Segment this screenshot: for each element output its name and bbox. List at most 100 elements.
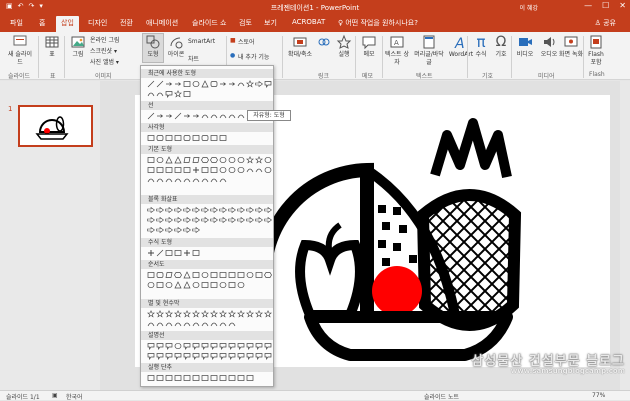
shape-curve-icon[interactable] xyxy=(165,320,173,328)
shape-rect-icon[interactable] xyxy=(228,271,236,279)
shape-star-icon[interactable] xyxy=(228,310,236,318)
tab-design[interactable]: 디자인 xyxy=(88,18,107,28)
tell-me-search[interactable]: ♀ 어떤 작업을 원하시나요? xyxy=(338,18,418,28)
shape-oval-icon[interactable] xyxy=(246,271,254,279)
shape-rect-icon[interactable] xyxy=(174,134,182,142)
shape-bArrow-icon[interactable] xyxy=(192,226,200,234)
shape-hex-icon[interactable] xyxy=(201,156,209,164)
shape-oval-icon[interactable] xyxy=(219,156,227,164)
shape-bArrow-icon[interactable] xyxy=(264,216,272,224)
shape-call-icon[interactable] xyxy=(147,342,155,350)
shape-arrow-icon[interactable] xyxy=(192,112,200,120)
shape-line-icon[interactable] xyxy=(147,112,155,120)
shape-para-icon[interactable] xyxy=(183,156,191,164)
shape-curve-icon[interactable] xyxy=(174,320,182,328)
shape-star-icon[interactable] xyxy=(246,80,254,88)
shape-curve-icon[interactable] xyxy=(147,90,155,98)
shape-arrow-icon[interactable] xyxy=(174,80,182,88)
shape-rect-icon[interactable] xyxy=(228,281,236,289)
shape-curve-icon[interactable] xyxy=(156,90,164,98)
shape-arrow-icon[interactable] xyxy=(219,80,227,88)
shape-rect-icon[interactable] xyxy=(210,166,218,174)
shape-rect-icon[interactable] xyxy=(201,374,209,382)
photo-album-button[interactable]: 사진 앨범 ▾ xyxy=(90,57,119,66)
shape-curve-icon[interactable] xyxy=(147,320,155,328)
shape-curve-icon[interactable] xyxy=(219,112,227,120)
tab-home[interactable]: 홈 xyxy=(39,18,45,28)
shape-curve-icon[interactable] xyxy=(237,80,245,88)
shape-call-icon[interactable] xyxy=(210,342,218,350)
shape-call-icon[interactable] xyxy=(237,342,245,350)
shape-call-icon[interactable] xyxy=(210,352,218,360)
shape-star-icon[interactable] xyxy=(219,310,227,318)
shape-star-icon[interactable] xyxy=(237,310,245,318)
shape-rect-icon[interactable] xyxy=(165,374,173,382)
shape-oval-icon[interactable] xyxy=(237,281,245,289)
shape-bArrow-icon[interactable] xyxy=(183,216,191,224)
shape-oval-icon[interactable] xyxy=(219,281,227,289)
shape-rect-icon[interactable] xyxy=(174,374,182,382)
shape-rect-icon[interactable] xyxy=(219,271,227,279)
tab-animations[interactable]: 애니메이션 xyxy=(146,18,178,28)
shape-call-icon[interactable] xyxy=(255,352,263,360)
table-button[interactable]: 표 xyxy=(40,34,64,59)
shape-rect-icon[interactable] xyxy=(210,374,218,382)
image-button[interactable]: 그림 xyxy=(66,34,90,59)
shape-rect-icon[interactable] xyxy=(210,134,218,142)
shape-rect-icon[interactable] xyxy=(147,166,155,174)
shape-star-icon[interactable] xyxy=(246,156,254,164)
shape-star-icon[interactable] xyxy=(255,310,263,318)
shape-rect-icon[interactable] xyxy=(192,134,200,142)
shape-curve-icon[interactable] xyxy=(219,176,227,184)
shape-tri-icon[interactable] xyxy=(183,281,191,289)
audio-button[interactable]: 오디오 xyxy=(537,34,561,59)
tab-transitions[interactable]: 전환 xyxy=(120,18,133,28)
shape-star-icon[interactable] xyxy=(174,90,182,98)
shape-curve-icon[interactable] xyxy=(183,320,191,328)
shape-call-icon[interactable] xyxy=(273,342,274,350)
shape-oval-icon[interactable] xyxy=(264,156,272,164)
shape-star-icon[interactable] xyxy=(174,310,182,318)
shape-rect-icon[interactable] xyxy=(165,166,173,174)
shape-rect-icon[interactable] xyxy=(246,374,254,382)
textbox-button[interactable]: A 텍스트 상자 xyxy=(384,34,410,67)
shape-call-icon[interactable] xyxy=(201,352,209,360)
tab-acrobat[interactable]: ACROBAT xyxy=(292,18,325,26)
shape-tri-icon[interactable] xyxy=(273,271,274,279)
shape-plus-icon[interactable] xyxy=(147,249,155,257)
shape-oval-icon[interactable] xyxy=(219,166,227,174)
shape-oval-icon[interactable] xyxy=(228,156,236,164)
shape-rect-icon[interactable] xyxy=(219,374,227,382)
shape-rect-icon[interactable] xyxy=(147,156,155,164)
shape-rect-icon[interactable] xyxy=(183,166,191,174)
shape-bArrow-icon[interactable] xyxy=(210,216,218,224)
shape-call-icon[interactable] xyxy=(219,352,227,360)
shape-oval-icon[interactable] xyxy=(273,156,274,164)
shape-curve-icon[interactable] xyxy=(228,112,236,120)
shape-rect-icon[interactable] xyxy=(165,134,173,142)
shape-call-icon[interactable] xyxy=(237,352,245,360)
screen-record-button[interactable]: 화면 녹화 xyxy=(559,34,583,59)
memo-button[interactable]: 메모 xyxy=(357,34,381,59)
video-button[interactable]: 비디오 xyxy=(513,34,537,59)
shape-arrow-icon[interactable] xyxy=(228,80,236,88)
shape-bArrow-icon[interactable] xyxy=(246,216,254,224)
screenshot-button[interactable]: 스크린샷 ▾ xyxy=(90,46,117,55)
online-image-button[interactable]: 온라인 그림 xyxy=(90,35,120,44)
tab-review[interactable]: 검토 xyxy=(239,18,252,28)
shape-rect-icon[interactable] xyxy=(273,166,274,174)
action-button[interactable]: 실행 xyxy=(332,34,356,59)
shape-rrect-icon[interactable] xyxy=(210,80,218,88)
shape-bArrow-icon[interactable] xyxy=(174,226,182,234)
shape-call-icon[interactable] xyxy=(192,342,200,350)
shape-rect-icon[interactable] xyxy=(192,374,200,382)
my-addins-button[interactable]: 내 추가 기능 xyxy=(238,52,269,61)
shape-call-icon[interactable] xyxy=(183,342,191,350)
shape-bArrow-icon[interactable] xyxy=(156,206,164,214)
shape-oval-icon[interactable] xyxy=(237,166,245,174)
shape-curve-icon[interactable] xyxy=(210,176,218,184)
shape-call-icon[interactable] xyxy=(228,352,236,360)
shape-rect-icon[interactable] xyxy=(228,374,236,382)
shape-rect-icon[interactable] xyxy=(237,374,245,382)
shape-oval-icon[interactable] xyxy=(192,281,200,289)
